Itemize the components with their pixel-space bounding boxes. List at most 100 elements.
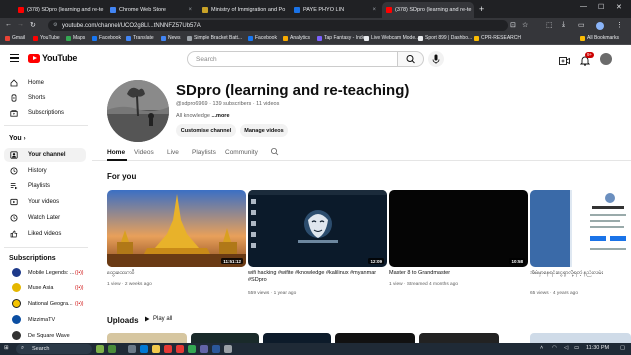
bookmark-item[interactable]: Facebook <box>92 35 121 41</box>
close-tab-icon[interactable]: × <box>372 7 376 13</box>
close-tab-icon[interactable]: × <box>188 7 192 13</box>
tab-home[interactable]: Home <box>107 149 125 156</box>
profile-avatar-icon[interactable] <box>596 22 604 30</box>
tab-playlists[interactable]: Playlists <box>192 149 216 156</box>
word-icon[interactable] <box>212 345 220 353</box>
reload-icon[interactable]: ↻ <box>30 21 36 29</box>
bookmark-item[interactable]: Translate <box>126 35 154 41</box>
minimize-icon[interactable]: — <box>580 3 587 10</box>
youtube-favicon-icon <box>18 7 24 13</box>
channel-description[interactable]: All knowledge ...more <box>176 113 230 119</box>
tab-videos[interactable]: Videos <box>134 149 154 156</box>
account-avatar[interactable] <box>600 53 612 65</box>
browser-tab[interactable]: PAYE PHYO LIN × <box>290 2 380 18</box>
video-title[interactable]: အိမ်မှာနေရင်းငွေရှာလို့ရတဲ့ နည်းလမ်း <box>530 270 631 277</box>
chrome-icon[interactable] <box>188 345 196 353</box>
tab-community[interactable]: Community <box>225 149 258 156</box>
speaker-icon[interactable]: ◁ <box>564 345 568 351</box>
maximize-icon[interactable]: ☐ <box>598 3 604 11</box>
sidebar-item-liked-videos[interactable]: Liked videos <box>4 227 86 241</box>
subscription-item[interactable]: De Square Wave <box>4 329 88 343</box>
sidebar-item-home[interactable]: Home <box>4 76 86 90</box>
you-section-heading[interactable]: You › <box>9 135 26 142</box>
edge-icon[interactable] <box>140 345 148 353</box>
address-bar[interactable]: ⚙ youtube.com/channel/UCO2g8Ll...tNNNFZ5… <box>48 20 508 31</box>
app-icon[interactable] <box>164 345 172 353</box>
bookmark-item[interactable]: Facebook <box>248 35 277 41</box>
sidebar-item-your-channel[interactable]: Your channel <box>4 148 86 162</box>
app-icon[interactable] <box>176 345 184 353</box>
sidebar-item-shorts[interactable]: Shorts <box>4 91 86 105</box>
downloads-icon[interactable]: ⤓ <box>562 21 565 29</box>
uploads-heading: Uploads <box>107 316 139 325</box>
search-button[interactable] <box>398 51 424 67</box>
app-icon[interactable] <box>200 345 208 353</box>
channel-search-button[interactable] <box>270 147 279 158</box>
wifi-icon[interactable]: ◠ <box>552 345 557 351</box>
bookmark-item[interactable]: Live Webcam Mode... <box>364 35 419 41</box>
subscription-item[interactable]: Mobile Legends: ... ((•)) <box>4 266 88 280</box>
bookmark-item[interactable]: CPR-RESEARCH <box>474 35 521 41</box>
close-window-icon[interactable]: ✕ <box>616 3 622 11</box>
forward-icon[interactable]: → <box>17 21 24 28</box>
subscription-item[interactable]: Muse Asia ((•)) <box>4 281 88 295</box>
extensions-icon[interactable]: ⬚ <box>546 21 553 29</box>
battery-icon[interactable]: ▭ <box>574 345 579 351</box>
task-view-icon[interactable] <box>128 345 136 353</box>
landscape-widget-icon[interactable] <box>108 345 116 353</box>
browser-tab[interactable]: Chrome Web Store × <box>106 2 196 18</box>
sidebar-item-your-videos[interactable]: Your videos <box>4 195 86 209</box>
all-bookmarks-button[interactable]: All Bookmarks <box>580 35 619 41</box>
bookmark-item[interactable]: Gmail <box>5 35 25 41</box>
channel-avatar-large[interactable] <box>107 80 169 142</box>
bookmark-item[interactable]: Tap Fantasy - Index <box>317 35 368 41</box>
voice-search-button[interactable] <box>428 51 444 67</box>
tab-live[interactable]: Live <box>167 149 179 156</box>
bookmark-item[interactable]: Analytics <box>283 35 310 41</box>
bookmark-item[interactable]: YouTube <box>33 35 60 41</box>
sidebar-item-subscriptions[interactable]: Subscriptions <box>4 106 86 120</box>
video-thumbnail[interactable]: 10:58 <box>389 190 528 267</box>
sidebar-item-playlists[interactable]: Playlists <box>4 179 86 193</box>
guide-menu-icon[interactable] <box>10 54 19 62</box>
new-tab-button[interactable]: + <box>479 4 484 14</box>
side-panel-icon[interactable]: ▭ <box>578 21 585 29</box>
more-link[interactable]: ...more <box>211 113 229 119</box>
install-app-icon[interactable]: ⊡ <box>510 21 516 29</box>
browser-menu-icon[interactable]: ⋮ <box>616 21 623 29</box>
bookmark-item[interactable]: Maps <box>66 35 85 41</box>
back-icon[interactable]: ← <box>5 21 12 28</box>
bookmark-item[interactable]: News <box>161 35 181 41</box>
video-title[interactable]: ထွေးထေးကဝိ <box>107 270 246 277</box>
bookmark-star-icon[interactable]: ☆ <box>522 21 528 29</box>
sidebar-item-history[interactable]: History <box>4 164 86 178</box>
search-input[interactable]: Search <box>187 51 398 67</box>
browser-tab[interactable]: Ministry of Immigration and Po× <box>198 2 288 18</box>
create-button[interactable] <box>559 53 570 71</box>
video-thumbnail[interactable] <box>530 190 631 267</box>
play-all-button[interactable]: Play all <box>144 316 172 322</box>
browser-tab-active[interactable]: (378) SDpro (learning and re-te× <box>382 2 474 18</box>
video-thumbnail[interactable]: 11:51:12 <box>107 190 246 267</box>
site-info-icon[interactable]: ⚙ <box>53 22 57 28</box>
taskbar-clock[interactable]: 11:30 PM <box>586 345 609 351</box>
file-explorer-icon[interactable] <box>152 345 160 353</box>
weather-widget-icon[interactable] <box>96 345 104 353</box>
bookmark-item[interactable]: Sport 899 | Dashbo... <box>418 35 472 41</box>
manage-videos-button[interactable]: Manage videos <box>240 124 288 137</box>
subscription-item[interactable]: National Geogra... ((•)) <box>4 297 88 311</box>
browser-tab[interactable]: (378) SDpro (learning and re-te× <box>14 2 104 18</box>
youtube-logo[interactable]: YouTube <box>28 53 77 63</box>
customise-channel-button[interactable]: Customise channel <box>176 124 236 137</box>
subscription-item[interactable]: MizzimaTV <box>4 313 88 327</box>
taskbar-search[interactable]: Search <box>16 344 92 354</box>
sidebar-item-watch-later[interactable]: Watch Later <box>4 211 86 225</box>
video-thumbnail[interactable]: 12:09 <box>248 190 387 267</box>
video-title[interactable]: Master 8 to Grandmaster <box>389 270 528 277</box>
bookmark-item[interactable]: Simple Bracket Batt... <box>187 35 242 41</box>
video-title[interactable]: wifi hacking #wifite #knowledge #kalilin… <box>248 270 387 284</box>
app-icon[interactable] <box>224 345 232 353</box>
start-icon[interactable]: ⊞ <box>4 345 9 351</box>
tray-chevron-icon[interactable]: ˄ <box>540 345 543 351</box>
notification-center-icon[interactable]: ▢ <box>620 345 625 351</box>
